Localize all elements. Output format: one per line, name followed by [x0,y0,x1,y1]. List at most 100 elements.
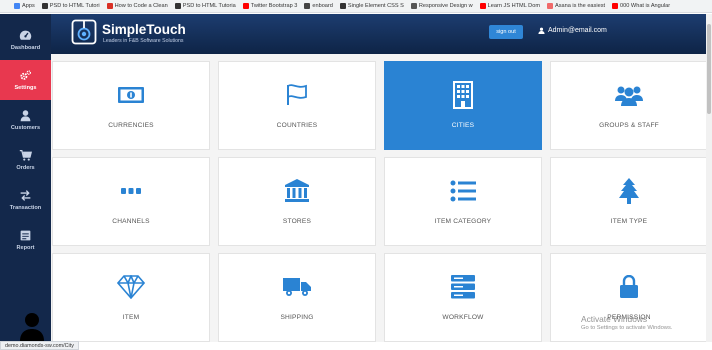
status-url: demo.diamonds-sw.com/City [0,341,79,350]
sidebar-item-dashboard[interactable]: Dashboard [0,20,51,60]
bookmark-item[interactable]: enboard [304,3,333,9]
page-scrollbar[interactable] [706,14,712,342]
sidebar-item-label: Report [16,245,35,251]
bookmark-label: PSD to HTML Tutori [49,3,100,9]
building-icon [453,81,473,109]
brand-tagline: Leaders in F&B Software Solutions [103,38,184,44]
bank-icon [285,179,309,202]
diamond-icon [117,275,145,299]
tile-label: ITEM CATEGORY [434,218,492,225]
bookmark-item[interactable]: Asana is the easiest [546,3,606,9]
user-icon [20,110,31,122]
tile-workflow[interactable]: WORKFLOW [384,253,542,342]
flag-icon [287,84,307,105]
tile-label: ITEM TYPE [610,218,648,225]
tile-label: CHANNELS [112,218,150,225]
cogs-icon [20,70,32,80]
watermark-subtitle: Go to Settings to activate Windows. [581,325,673,331]
settings-grid: CURRENCIES COUNTRIES CITIES GROUPS & STA… [51,54,706,342]
tree-icon [619,178,639,204]
sidebar-item-customers[interactable]: Customers [0,100,51,140]
bookmark-favicon-icon [546,3,553,9]
tile-item-type[interactable]: ITEM TYPE [550,157,706,246]
tile-label: CITIES [451,122,475,129]
user-menu[interactable]: Admin@email.com [538,27,607,34]
bookmark-item[interactable]: Responsive Design w [410,3,473,9]
cart-icon [19,149,32,161]
tile-label: GROUPS & STAFF [599,122,659,129]
tile-label: COUNTRIES [276,122,318,129]
bookmark-label: Single Element CSS S [347,3,404,9]
sidebar-item-label: Transaction [9,205,42,211]
bookmark-favicon-icon [304,3,311,9]
sidebar-item-label: Orders [16,165,35,171]
tile-label: STORES [282,218,312,225]
bookmark-item[interactable]: Learn JS HTML Dom [479,3,540,9]
bookmark-label: Twitter Bootstrap 3 [250,3,298,9]
tile-label: SHIPPING [280,314,314,321]
bookmark-item[interactable]: PSD to HTML Tutoria [174,3,236,9]
server-icon [451,275,475,299]
bookmark-label: Apps [22,3,35,9]
bookmark-favicon-icon [14,3,20,9]
sidebar-item-transaction[interactable]: Transaction [0,180,51,220]
tile-item-category[interactable]: ITEM CATEGORY [384,157,542,246]
tile-cities[interactable]: CITIES [384,61,542,150]
sidebar-item-settings[interactable]: Settings [0,60,51,100]
truck-icon [283,278,311,296]
bookmark-item[interactable]: PSD to HTML Tutori [41,3,100,9]
sign-out-button[interactable]: sign out [489,25,523,39]
bookmark-favicon-icon [106,3,113,9]
sidebar-item-label: Customers [10,125,41,131]
bookmark-label: How to Code a Clean [114,3,168,9]
bookmark-favicon-icon [41,3,48,9]
user-icon [538,27,545,34]
tile-channels[interactable]: CHANNELS [52,157,210,246]
bookmark-favicon-icon [174,3,181,9]
tile-groups-staff[interactable]: GROUPS & STAFF [550,61,706,150]
list-icon [450,180,476,202]
bookmarks-bar: Apps PSD to HTML Tutori How to Code a Clea… [0,0,712,13]
bookmark-item[interactable]: How to Code a Clean [106,3,168,9]
bookmark-item[interactable]: Single Element CSS S [339,3,404,9]
lock-icon [620,275,638,298]
sidebar-item-report[interactable]: Report [0,220,51,260]
money-icon [118,87,144,103]
bookmark-favicon-icon [410,3,417,9]
tile-countries[interactable]: COUNTRIES [218,61,376,150]
bookmark-label: enboard [312,3,333,9]
bookmark-item[interactable]: Apps [14,3,35,9]
activate-windows-watermark: Activate Windows Go to Settings to activ… [581,314,673,331]
tile-shipping[interactable]: SHIPPING [218,253,376,342]
bookmark-label: Responsive Design w [418,3,473,9]
tile-label: WORKFLOW [442,314,484,321]
watermark-title: Activate Windows [581,314,648,324]
bookmark-favicon-icon [242,3,249,9]
ellipsis-icon [121,188,141,194]
sidebar-item-orders[interactable]: Orders [0,140,51,180]
users-icon [615,86,643,106]
bookmark-item[interactable]: Twitter Bootstrap 3 [242,3,298,9]
sidebar-item-label: Dashboard [10,45,41,51]
report-icon [20,230,31,241]
bookmark-label: 000 What is Angular [620,3,671,9]
bookmark-favicon-icon [479,3,486,9]
dashboard-icon [19,30,32,40]
tile-label: CURRENCIES [108,122,154,129]
bookmark-item[interactable]: 000 What is Angular [612,3,670,9]
bookmark-favicon-icon [612,3,619,9]
bookmark-label: PSD to HTML Tutoria [182,3,236,9]
bookmark-label: Learn JS HTML Dom [487,3,540,9]
scrollbar-thumb[interactable] [707,24,711,114]
tile-label: ITEM [122,314,140,321]
tile-item[interactable]: ITEM [52,253,210,342]
bookmark-label: Asana is the easiest [554,3,606,9]
avatar[interactable] [19,311,45,341]
tile-currencies[interactable]: CURRENCIES [52,61,210,150]
brand-name: SimpleTouch [102,22,186,37]
sidebar-item-label: Settings [14,85,37,91]
tile-stores[interactable]: STORES [218,157,376,246]
bookmark-favicon-icon [339,3,346,9]
user-email: Admin@email.com [548,27,607,34]
exchange-icon [20,190,31,201]
